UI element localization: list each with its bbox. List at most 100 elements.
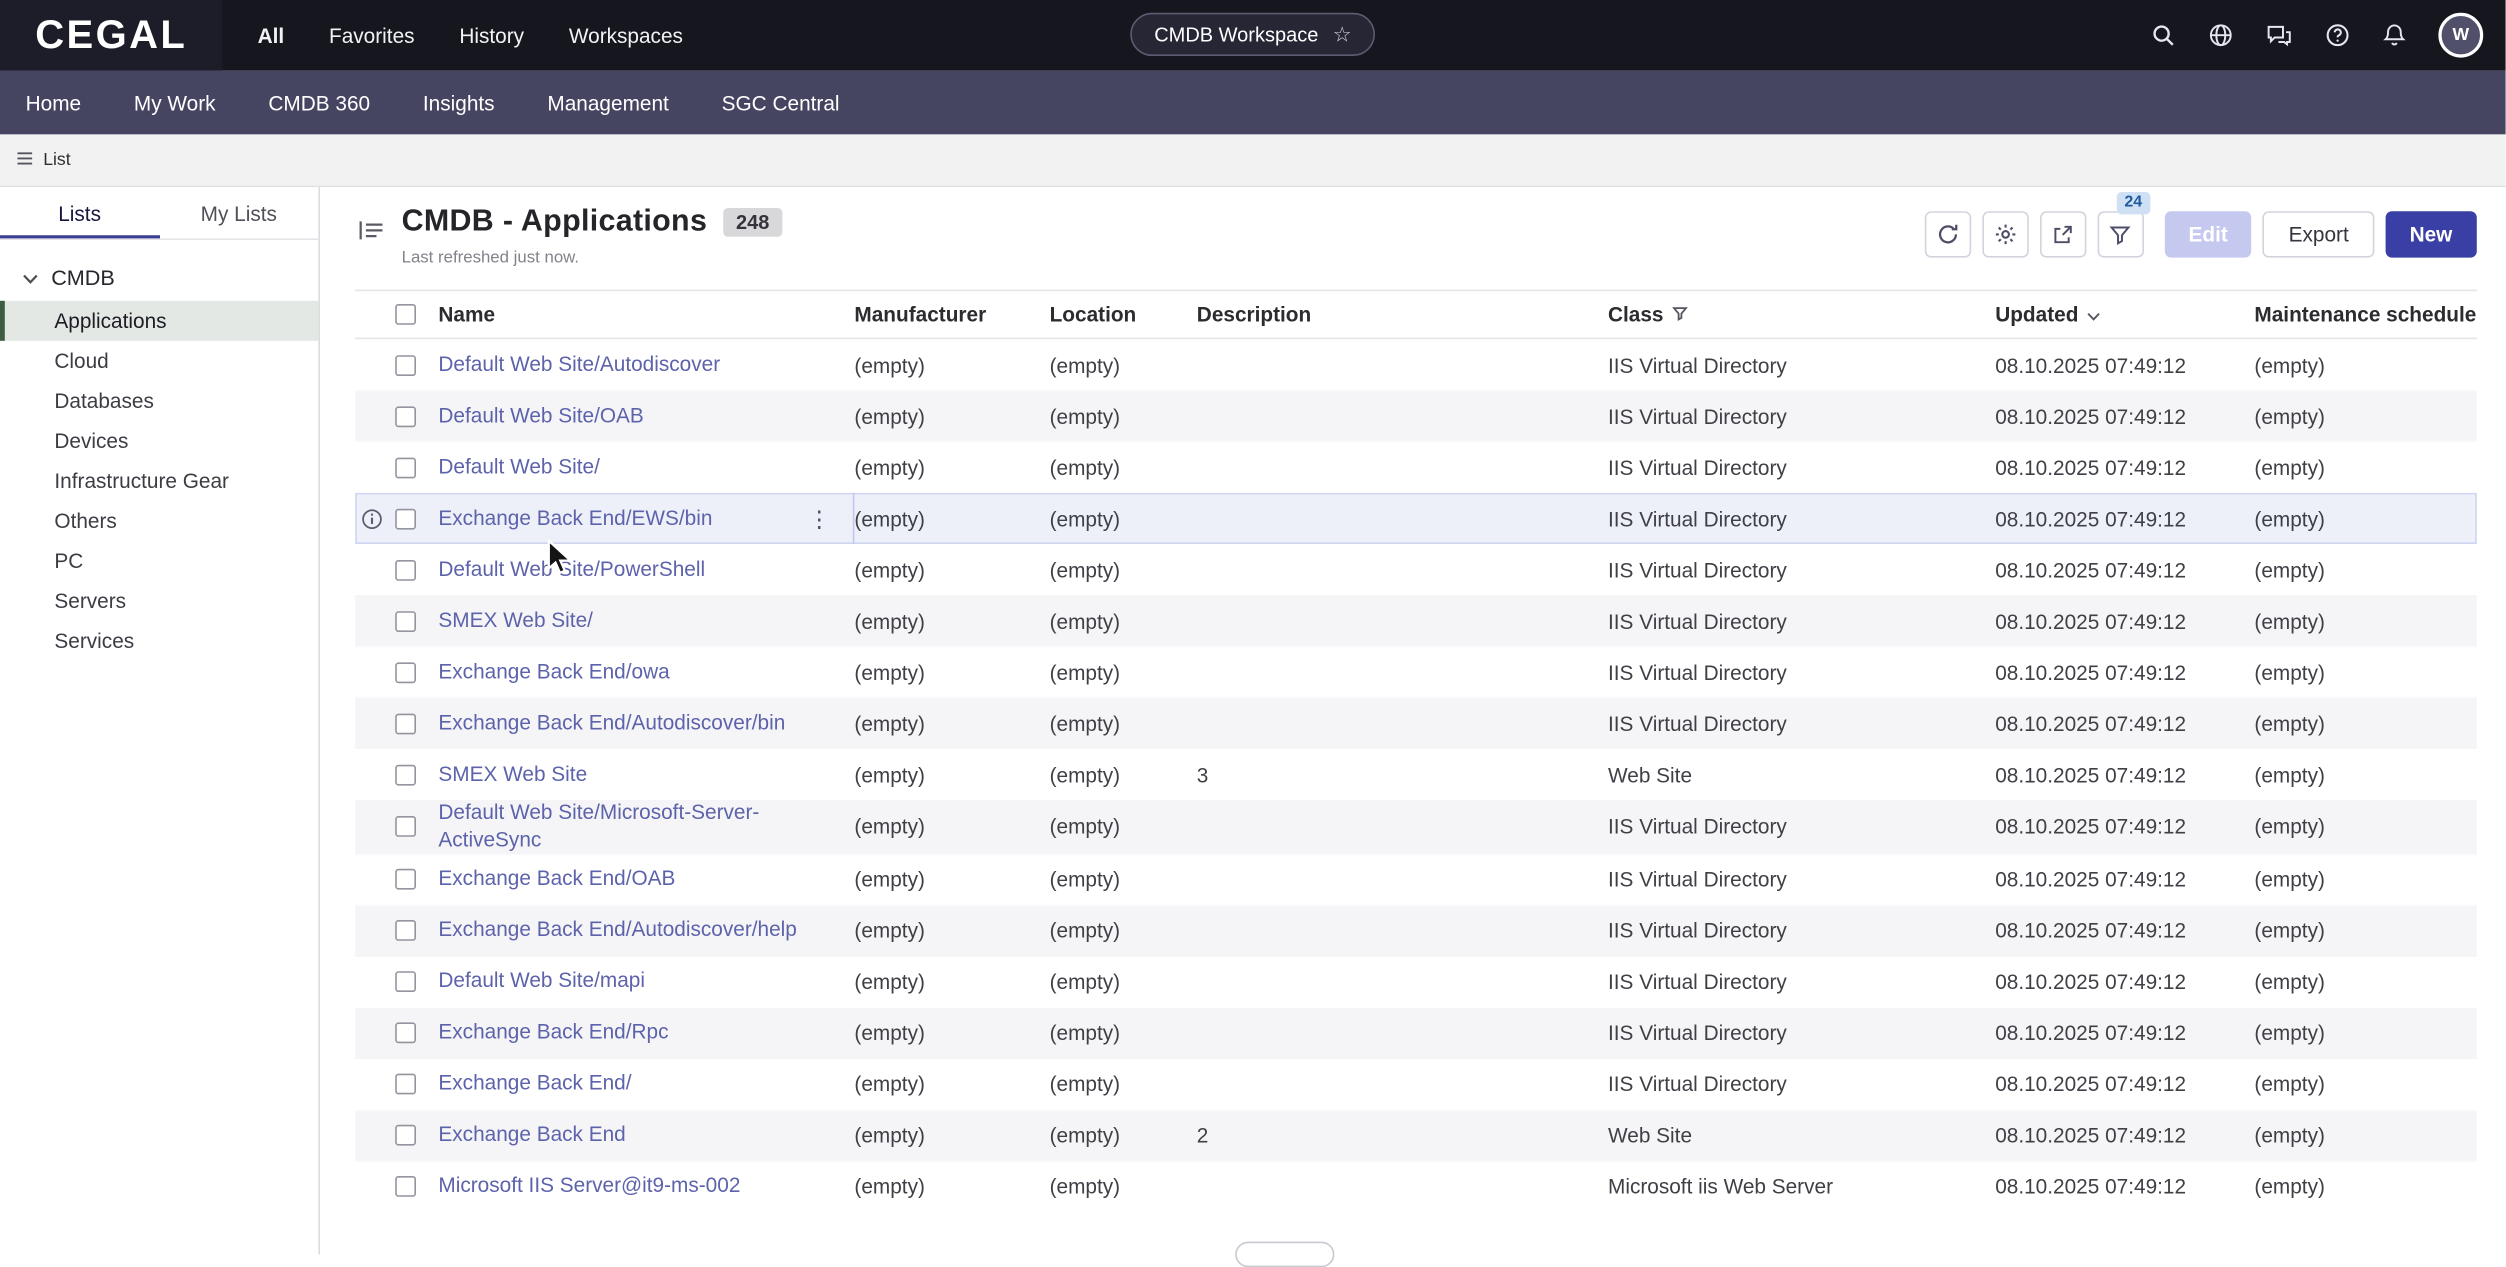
row-checkbox[interactable] bbox=[395, 559, 416, 580]
record-link[interactable]: Exchange Back End/Rpc bbox=[438, 1020, 668, 1047]
table-row[interactable]: Default Web Site/ ⋮ (empty) (empty) IIS … bbox=[355, 442, 2476, 493]
tab-my-lists[interactable]: My Lists bbox=[159, 187, 318, 238]
sidebar-item-servers[interactable]: Servers bbox=[0, 581, 318, 621]
record-link[interactable]: Exchange Back End/ bbox=[438, 1071, 631, 1098]
table-row[interactable]: Exchange Back End/owa ⋮ (empty) (empty) … bbox=[355, 646, 2476, 697]
edit-button[interactable]: Edit bbox=[2165, 211, 2252, 257]
row-checkbox[interactable] bbox=[395, 713, 416, 734]
row-checkbox[interactable] bbox=[395, 920, 416, 941]
row-checkbox[interactable] bbox=[395, 1125, 416, 1146]
table-row[interactable]: Exchange Back End/Autodiscover/help ⋮ (e… bbox=[355, 905, 2476, 956]
chat-icon[interactable] bbox=[2266, 22, 2293, 48]
row-checkbox[interactable] bbox=[395, 869, 416, 890]
table-row[interactable]: Exchange Back End/EWS/bin ⋮ (empty) (emp… bbox=[355, 493, 2476, 544]
open-in-new-button[interactable] bbox=[2040, 211, 2086, 257]
filter-button[interactable]: 24 bbox=[2097, 211, 2143, 257]
col-maintenance-header[interactable]: Maintenance schedule bbox=[2254, 302, 2476, 326]
record-link[interactable]: Default Web Site/ bbox=[438, 454, 599, 481]
record-link[interactable]: Default Web Site/mapi bbox=[438, 969, 645, 996]
settings-gear-button[interactable] bbox=[1982, 211, 2028, 257]
nav-home[interactable]: Home bbox=[26, 90, 82, 114]
kebab-menu-icon[interactable]: ⋮ bbox=[802, 505, 837, 532]
table-row[interactable]: Exchange Back End ⋮ (empty) (empty) 2 We… bbox=[355, 1110, 2476, 1161]
sidebar-item-infrastructure-gear[interactable]: Infrastructure Gear bbox=[0, 461, 318, 501]
row-checkbox[interactable] bbox=[395, 406, 416, 427]
table-row[interactable]: Default Web Site/mapi ⋮ (empty) (empty) … bbox=[355, 956, 2476, 1007]
globe-icon[interactable] bbox=[2208, 22, 2234, 48]
topnav-favorites[interactable]: Favorites bbox=[329, 23, 415, 47]
select-all-checkbox[interactable] bbox=[395, 304, 416, 325]
col-location-header[interactable]: Location bbox=[1050, 302, 1197, 326]
record-link[interactable]: SMEX Web Site bbox=[438, 761, 587, 788]
record-link[interactable]: Exchange Back End/EWS/bin bbox=[438, 505, 712, 532]
col-name-header[interactable]: Name bbox=[438, 302, 854, 326]
record-link[interactable]: SMEX Web Site/ bbox=[438, 607, 593, 634]
table-row[interactable]: Default Web Site/Autodiscover ⋮ (empty) … bbox=[355, 339, 2476, 390]
info-icon[interactable] bbox=[362, 508, 383, 529]
sidebar-item-others[interactable]: Others bbox=[0, 501, 318, 541]
search-icon[interactable] bbox=[2150, 22, 2176, 48]
workspace-pill[interactable]: CMDB Workspace ☆ bbox=[1130, 13, 1375, 56]
table-row[interactable]: Default Web Site/OAB ⋮ (empty) (empty) I… bbox=[355, 390, 2476, 441]
help-icon[interactable] bbox=[2325, 22, 2351, 48]
sidebar-item-databases[interactable]: Databases bbox=[0, 381, 318, 421]
table-row[interactable]: Default Web Site/Microsoft-Server-Active… bbox=[355, 800, 2476, 854]
record-link[interactable]: Exchange Back End/OAB bbox=[438, 866, 675, 893]
row-checkbox[interactable] bbox=[395, 1176, 416, 1197]
sidebar-item-cloud[interactable]: Cloud bbox=[0, 341, 318, 381]
user-avatar[interactable]: W bbox=[2438, 13, 2483, 58]
sidebar-item-devices[interactable]: Devices bbox=[0, 421, 318, 461]
table-row[interactable]: Exchange Back End/OAB ⋮ (empty) (empty) … bbox=[355, 854, 2476, 905]
col-class-header[interactable]: Class bbox=[1608, 302, 1995, 326]
record-link[interactable]: Exchange Back End/owa bbox=[438, 658, 669, 685]
record-link[interactable]: Default Web Site/Autodiscover bbox=[438, 351, 720, 378]
tab-lists[interactable]: Lists bbox=[0, 187, 159, 238]
star-icon[interactable]: ☆ bbox=[1333, 22, 1352, 48]
nav-insights[interactable]: Insights bbox=[423, 90, 495, 114]
row-checkbox[interactable] bbox=[395, 662, 416, 683]
new-button[interactable]: New bbox=[2386, 211, 2477, 257]
row-checkbox[interactable] bbox=[395, 457, 416, 478]
row-checkbox[interactable] bbox=[395, 354, 416, 375]
table-row[interactable]: SMEX Web Site ⋮ (empty) (empty) 3 Web Si… bbox=[355, 749, 2476, 800]
row-checkbox[interactable] bbox=[395, 610, 416, 631]
topnav-all[interactable]: All bbox=[258, 23, 285, 47]
row-checkbox[interactable] bbox=[395, 972, 416, 993]
nav-management[interactable]: Management bbox=[547, 90, 668, 114]
record-link[interactable]: Exchange Back End/Autodiscover/bin bbox=[438, 710, 785, 737]
nav-cmdb-360[interactable]: CMDB 360 bbox=[268, 90, 370, 114]
table-row[interactable]: Exchange Back End/Autodiscover/bin ⋮ (em… bbox=[355, 698, 2476, 749]
record-link[interactable]: Default Web Site/OAB bbox=[438, 402, 643, 429]
collapse-panel-icon[interactable] bbox=[355, 216, 387, 250]
table-row[interactable]: Default Web Site/PowerShell ⋮ (empty) (e… bbox=[355, 544, 2476, 595]
bell-icon[interactable] bbox=[2382, 22, 2406, 48]
record-link[interactable]: Exchange Back End/Autodiscover/help bbox=[438, 917, 796, 944]
row-checkbox[interactable] bbox=[395, 764, 416, 785]
record-link[interactable]: Default Web Site/Microsoft-Server-Active… bbox=[438, 800, 803, 854]
nav-sgc-central[interactable]: SGC Central bbox=[722, 90, 840, 114]
sidebar-item-applications[interactable]: Applications bbox=[0, 301, 318, 341]
topnav-history[interactable]: History bbox=[459, 23, 524, 47]
row-checkbox[interactable] bbox=[395, 1023, 416, 1044]
pagination-pill[interactable] bbox=[1235, 1242, 1334, 1267]
record-link[interactable]: Exchange Back End bbox=[438, 1122, 625, 1149]
col-description-header[interactable]: Description bbox=[1197, 302, 1608, 326]
row-checkbox[interactable] bbox=[395, 508, 416, 529]
col-updated-header[interactable]: Updated bbox=[1995, 302, 2254, 326]
tree-root-cmdb[interactable]: CMDB bbox=[0, 259, 318, 301]
table-row[interactable]: Microsoft IIS Server@it9-ms-002 ⋮ (empty… bbox=[355, 1161, 2476, 1212]
nav-my-work[interactable]: My Work bbox=[134, 90, 216, 114]
export-button[interactable]: Export bbox=[2263, 211, 2374, 257]
record-link[interactable]: Default Web Site/PowerShell bbox=[438, 556, 705, 583]
record-link[interactable]: Microsoft IIS Server@it9-ms-002 bbox=[438, 1173, 740, 1200]
breadcrumb-label[interactable]: List bbox=[43, 150, 70, 169]
sidebar-item-pc[interactable]: PC bbox=[0, 541, 318, 581]
refresh-button[interactable] bbox=[1925, 211, 1971, 257]
table-row[interactable]: SMEX Web Site/ ⋮ (empty) (empty) IIS Vir… bbox=[355, 595, 2476, 646]
topnav-workspaces[interactable]: Workspaces bbox=[569, 23, 683, 47]
row-checkbox[interactable] bbox=[395, 817, 416, 838]
col-manufacturer-header[interactable]: Manufacturer bbox=[854, 302, 1049, 326]
row-checkbox[interactable] bbox=[395, 1074, 416, 1095]
table-row[interactable]: Exchange Back End/ ⋮ (empty) (empty) IIS… bbox=[355, 1059, 2476, 1110]
table-row[interactable]: Exchange Back End/Rpc ⋮ (empty) (empty) … bbox=[355, 1008, 2476, 1059]
